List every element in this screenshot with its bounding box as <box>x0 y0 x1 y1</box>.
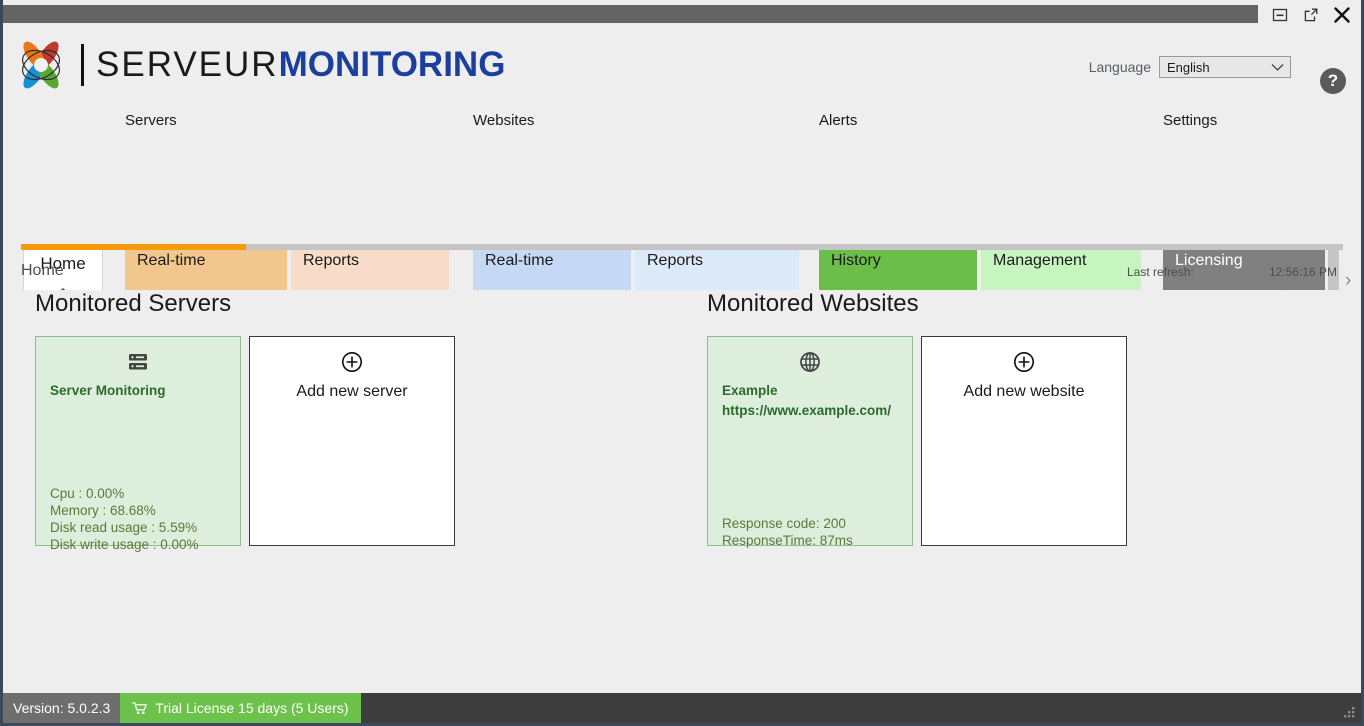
brand: SERVEURMONITORING <box>11 36 505 94</box>
tab-websites-realtime-label: Real-time <box>485 252 554 269</box>
ribbon-next-button[interactable]: › <box>1345 270 1351 292</box>
app-logo-icon <box>22 41 60 89</box>
version-label: Version: 5.0.2.3 <box>3 693 121 723</box>
server-stat-disk-read: Disk read usage : 5.59% <box>50 520 198 535</box>
section-monitored-servers: Monitored Servers Server Monitoring Cpu … <box>35 290 455 552</box>
section-title-servers: Monitored Servers <box>35 290 232 317</box>
website-stat-response-code: Response code: 200 <box>722 516 846 531</box>
title-bar-strip[interactable] <box>3 5 1258 23</box>
chevron-down-icon <box>1271 63 1284 71</box>
restore-icon[interactable] <box>1300 4 1322 26</box>
add-new-website-label: Add new website <box>963 383 1085 400</box>
server-stat-disk-write: Disk write usage : 0.00% <box>50 537 199 552</box>
application-window: SERVEURMONITORING Language English ? Ser… <box>0 0 1364 726</box>
tab-websites-reports-label: Reports <box>647 252 704 269</box>
website-url: https://www.example.com/ <box>722 403 892 418</box>
language-value: English <box>1167 59 1210 75</box>
license-label: Trial License 15 days (5 Users) <box>155 700 349 716</box>
website-card[interactable]: Example https://www.example.com/ Respons… <box>707 336 913 549</box>
app-title: SERVEURMONITORING <box>96 45 505 85</box>
website-card-name: Example https://www.example.com/ <box>722 381 900 421</box>
website-name: Example <box>722 383 778 398</box>
ribbon-toolbar: Servers Websites Alerts Settings Home Re… <box>3 108 1361 324</box>
language-dropdown[interactable]: English <box>1159 56 1291 78</box>
website-card-stats: Response code: 200 ResponseTime: 87ms <box>722 515 902 549</box>
cart-icon <box>132 701 148 714</box>
add-new-website-card[interactable]: Add new website <box>921 336 1127 546</box>
window-controls <box>1261 0 1361 30</box>
close-icon[interactable] <box>1331 4 1353 26</box>
help-button[interactable]: ? <box>1320 68 1346 94</box>
server-stat-cpu: Cpu : 0.00% <box>50 486 125 501</box>
ribbon-group-label-servers: Servers <box>125 112 177 129</box>
status-bar: Version: 5.0.2.3 Trial License 15 days (… <box>3 693 1361 723</box>
brand-first-word: SERVEUR <box>96 45 279 84</box>
progress-bar-fill <box>21 244 246 250</box>
main-content: Monitored Servers Server Monitoring Cpu … <box>3 290 1361 690</box>
minimize-icon[interactable] <box>1269 4 1291 26</box>
server-card-name: Server Monitoring <box>50 383 166 398</box>
tab-alerts-history-label: History <box>831 252 881 269</box>
app-header: SERVEURMONITORING Language English ? <box>3 30 1361 108</box>
section-monitored-websites: Monitored Websites Example https://www.e… <box>707 290 1127 549</box>
ribbon-group-label-settings: Settings <box>1163 112 1218 129</box>
servers-card-list: Server Monitoring Cpu : 0.00% Memory : 6… <box>35 336 455 552</box>
server-card-stats: Cpu : 0.00% Memory : 68.68% Disk read us… <box>50 485 230 553</box>
ribbon-group-label-websites: Websites <box>473 112 535 129</box>
brand-divider <box>81 44 84 86</box>
plus-circle-icon <box>250 351 454 373</box>
last-refresh-time: 12:56:16 PM <box>1268 265 1337 279</box>
progress-bar-track <box>21 244 1343 250</box>
globe-icon <box>708 351 912 373</box>
last-refresh: Last refresh: 12:56:16 PM <box>1127 265 1337 279</box>
status-bar-filler <box>361 693 1361 723</box>
server-card[interactable]: Server Monitoring Cpu : 0.00% Memory : 6… <box>35 336 241 552</box>
breadcrumb: Home <box>21 262 64 279</box>
server-rack-icon <box>36 351 240 373</box>
website-stat-response-time: ResponseTime: 87ms <box>722 533 853 548</box>
add-new-server-card[interactable]: Add new server <box>249 336 455 546</box>
server-stat-memory: Memory : 68.68% <box>50 503 156 518</box>
tab-servers-realtime-label: Real-time <box>137 252 206 269</box>
tab-alerts-management-label: Management <box>993 252 1087 269</box>
websites-card-list: Example https://www.example.com/ Respons… <box>707 336 1127 549</box>
license-button[interactable]: Trial License 15 days (5 Users) <box>120 693 361 723</box>
last-refresh-label: Last refresh: <box>1127 265 1194 279</box>
brand-second-word: MONITORING <box>278 45 506 84</box>
add-new-server-label: Add new server <box>296 383 408 400</box>
plus-circle-icon <box>922 351 1126 373</box>
resize-grip[interactable] <box>1342 705 1356 719</box>
section-title-websites: Monitored Websites <box>707 290 919 317</box>
ribbon-group-label-alerts: Alerts <box>819 112 858 129</box>
title-bar <box>3 0 1361 30</box>
language-selector[interactable]: Language English <box>1089 56 1291 78</box>
tab-servers-reports-label: Reports <box>303 252 360 269</box>
language-label: Language <box>1088 59 1151 75</box>
